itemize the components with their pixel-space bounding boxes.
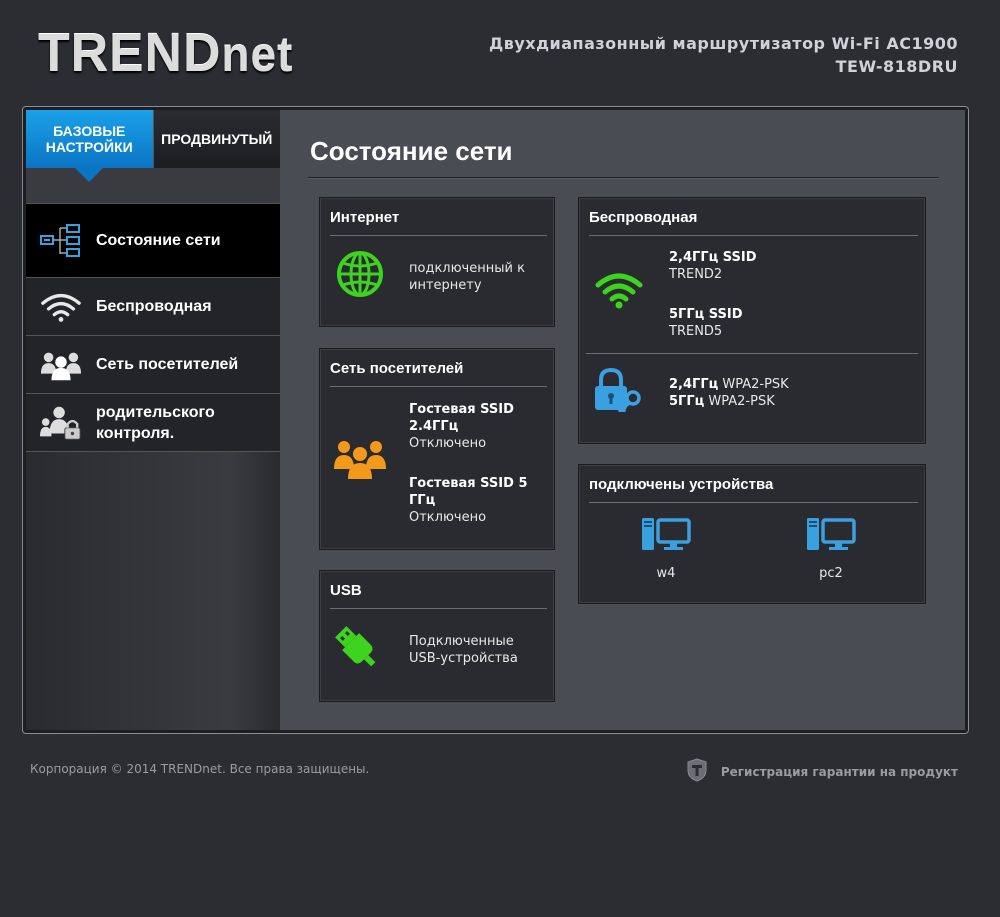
- internet-status: подключенный к интернету: [409, 260, 525, 294]
- guest-ssid24-label-line2: 2.4ГГц: [409, 419, 459, 434]
- title-divider: [308, 177, 939, 179]
- usb-status-line2: USB-устройства: [409, 651, 518, 666]
- main-frame: Базовые настройки Продвинутый Состояние с…: [22, 106, 969, 734]
- tab-basic-label-line1: Базовые: [53, 123, 126, 139]
- product-title: Двухдиапазонный маршрутизатор Wi-Fi AC19…: [489, 32, 958, 78]
- page-title: Состояние сети: [310, 136, 513, 166]
- network-tree-icon: [40, 223, 82, 258]
- wireless-ssid5-label: 5ГГц SSID: [669, 307, 743, 322]
- sidebar-item-guest-network[interactable]: Сеть посетителей: [26, 336, 280, 394]
- guest-ssid5-label-line1: Гостевая SSID 5: [409, 476, 528, 491]
- product-model: TEW-818DRU: [835, 57, 958, 76]
- wireless-ssid5-value: TREND5: [669, 324, 723, 339]
- usb-status: Подключенные USB-устройства: [409, 633, 518, 667]
- tab-spacer: [26, 168, 280, 204]
- wireless-sec24-row: 2,4ГГц WPA2-PSK: [669, 376, 789, 393]
- wireless-sec5-value: WPA2-PSK: [708, 394, 775, 409]
- devices-panel-title: подключены устройства: [589, 475, 918, 503]
- guest-ssid-24: Гостевая SSID 2.4ГГц Отключено: [409, 401, 514, 452]
- main-content: Состояние сети Интернет подключенный к и…: [280, 110, 965, 730]
- sidebar-item-wireless[interactable]: Беспроводная: [26, 278, 280, 336]
- tab-basic-label-line2: настройки: [45, 139, 133, 155]
- wireless-ssid24-label: 2,4ГГц SSID: [669, 250, 757, 265]
- tab-advanced[interactable]: Продвинутый: [152, 110, 280, 168]
- sidebar-item-label: Сеть посетителей: [96, 356, 239, 373]
- wireless-sec24-value: WPA2-PSK: [722, 377, 789, 392]
- guest-ssid5-label-line2: ГГц: [409, 493, 436, 508]
- device-name: pc2: [819, 566, 843, 581]
- wifi-icon: [595, 270, 643, 314]
- shield-icon: [687, 758, 707, 785]
- mode-tabs: Базовые настройки Продвинутый: [26, 110, 280, 182]
- sidebar-item-label: Состояние сети: [96, 232, 221, 249]
- internet-status-line2: интернету: [409, 278, 482, 293]
- guest-panel-title: Сеть посетителей: [330, 359, 547, 387]
- wireless-security: 2,4ГГц WPA2-PSK 5ГГц WPA2-PSK: [669, 376, 789, 410]
- logo-main-text: TREND: [38, 23, 222, 83]
- guest-network-panel: Сеть посетителей Гостевая SSID 2.4ГГц От…: [319, 348, 555, 550]
- wireless-panel-title: Беспроводная: [589, 208, 918, 236]
- wireless-panel: Беспроводная 2,4ГГц SSID TREND2 5ГГц SSI…: [578, 197, 926, 444]
- internet-status-line1: подключенный к: [409, 261, 525, 276]
- sidebar-item-network-status[interactable]: Состояние сети: [26, 204, 292, 278]
- wireless-divider: [586, 353, 918, 354]
- logo-net-text: net: [221, 29, 294, 82]
- usb-panel-title: USB: [330, 581, 547, 609]
- device-name: w4: [656, 566, 676, 581]
- warranty-label: Регистрация гарантии на продукт: [720, 764, 958, 779]
- tab-basic-settings[interactable]: Базовые настройки: [26, 110, 153, 182]
- wireless-ssid-24: 2,4ГГц SSID TREND2: [669, 249, 757, 283]
- lock-key-icon: [593, 367, 647, 416]
- guests-icon: [334, 437, 386, 485]
- guest-ssid24-label-line1: Гостевая SSID: [409, 402, 514, 417]
- computer-icon: [806, 517, 856, 557]
- guest-ssid-5: Гостевая SSID 5 ГГц Отключено: [409, 475, 528, 526]
- usb-panel: USB Подключенные USB-устройства: [319, 570, 555, 702]
- internet-panel-title: Интернет: [330, 208, 547, 236]
- tab-advanced-label: Продвинутый: [161, 131, 273, 147]
- wireless-sec5-row: 5ГГц WPA2-PSK: [669, 393, 789, 410]
- globe-icon: [336, 250, 384, 302]
- computer-icon: [641, 517, 691, 557]
- sidebar: Базовые настройки Продвинутый Состояние с…: [26, 110, 292, 730]
- parental-label-line1: родительского: [96, 403, 215, 421]
- warranty-registration-link[interactable]: Регистрация гарантии на продукт: [687, 758, 958, 785]
- connected-devices-panel: подключены устройства w4 pc2: [578, 464, 926, 604]
- parental-label-line2: контроля.: [96, 424, 175, 442]
- wireless-ssid24-value: TREND2: [669, 267, 723, 282]
- sidebar-item-parental-control[interactable]: родительского контроля.: [26, 394, 280, 452]
- usb-status-line1: Подключенные: [409, 634, 514, 649]
- guests-icon: [40, 348, 82, 382]
- wireless-sec5-label: 5ГГц: [669, 394, 705, 409]
- usb-plug-icon: [332, 623, 382, 677]
- internet-panel: Интернет подключенный к интернету: [319, 197, 555, 327]
- sidebar-item-label: Беспроводная: [96, 298, 212, 315]
- sidebar-item-label: родительского контроля.: [96, 402, 215, 444]
- wireless-ssid-5: 5ГГц SSID TREND5: [669, 306, 743, 340]
- device-item[interactable]: pc2: [796, 517, 866, 582]
- wireless-sec24-label: 2,4ГГц: [669, 377, 719, 392]
- parental-lock-icon: [40, 406, 82, 440]
- device-item[interactable]: w4: [631, 517, 701, 582]
- trendnet-logo: TRENDnet: [38, 22, 293, 84]
- product-name: Двухдиапазонный маршрутизатор Wi-Fi AC19…: [488, 34, 958, 53]
- guest-ssid24-status: Отключено: [409, 436, 487, 451]
- wifi-icon: [40, 290, 82, 324]
- guest-ssid5-status: Отключено: [409, 510, 487, 525]
- copyright-text: Корпорация © 2014 TRENDnet. Все права за…: [30, 762, 370, 776]
